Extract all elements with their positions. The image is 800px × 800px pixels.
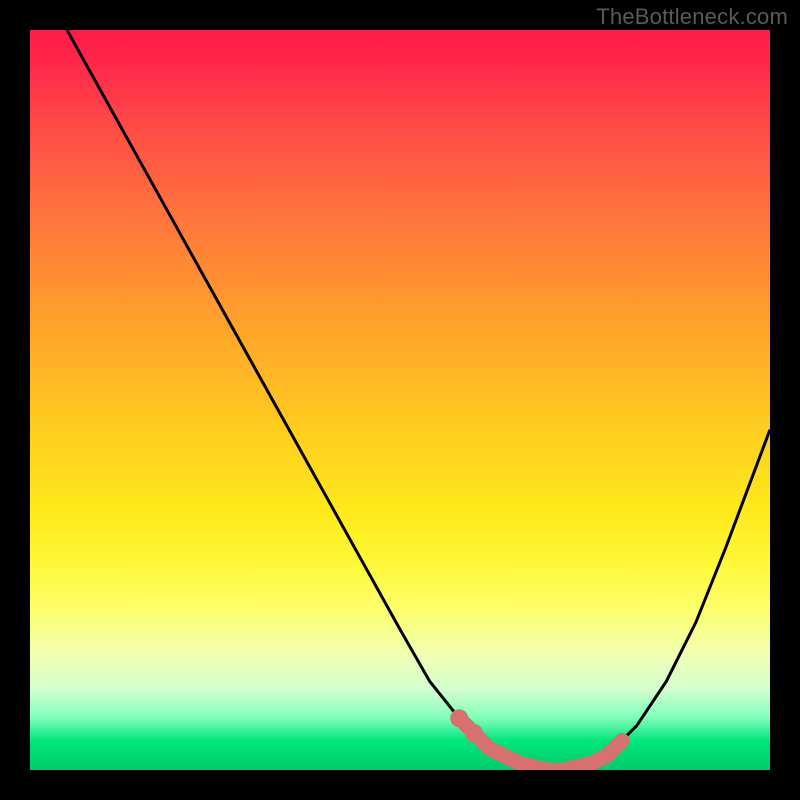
- highlight-markers: [450, 709, 622, 770]
- bottleneck-curve: [67, 30, 770, 770]
- chart-svg: [30, 30, 770, 770]
- frame: TheBottleneck.com: [0, 0, 800, 800]
- highlight-dot: [450, 709, 468, 727]
- chart-plot-area: [30, 30, 770, 770]
- highlight-stroke: [459, 718, 622, 770]
- highlight-dot: [465, 724, 483, 742]
- watermark-text: TheBottleneck.com: [596, 4, 788, 30]
